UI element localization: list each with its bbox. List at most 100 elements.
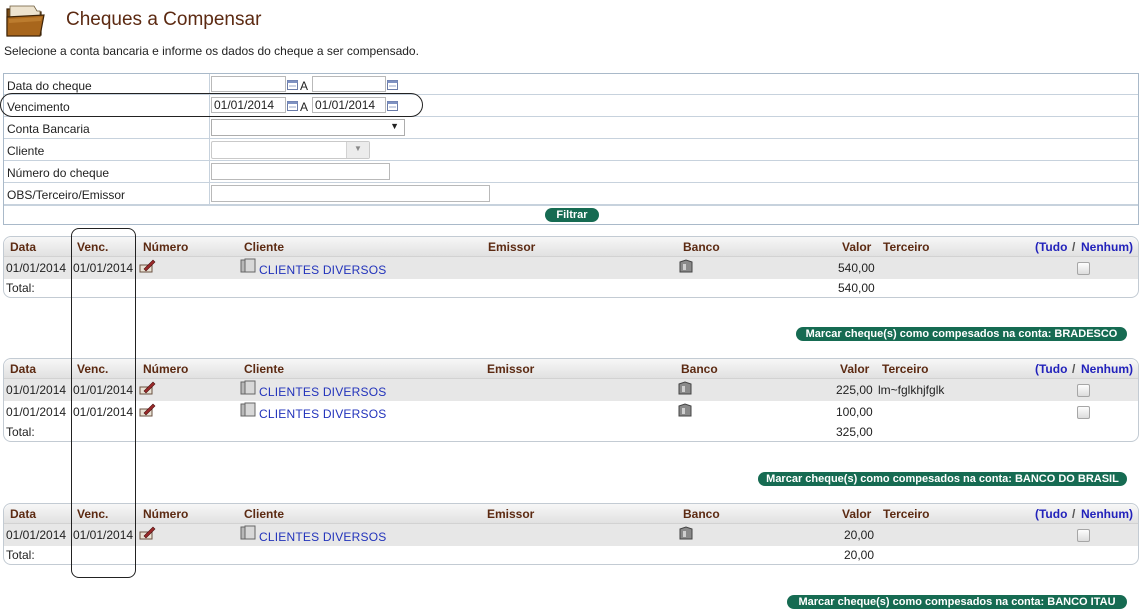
row-checkbox[interactable] [1077, 529, 1090, 542]
data-cheque-from-input[interactable] [211, 76, 286, 92]
table-row: 01/01/2014 01/01/2014 CLIENTES DIVERSOS … [4, 401, 1138, 423]
cliente-combobox[interactable]: ▼ [211, 141, 370, 159]
divider [209, 161, 210, 182]
data-cheque-to-input[interactable] [312, 76, 386, 92]
select-all-link[interactable]: (Tudo [1035, 507, 1067, 521]
total-value: 20,00 [844, 548, 875, 562]
select-none-link[interactable]: Nenhum) [1081, 240, 1133, 254]
table-row: 01/01/2014 01/01/2014 CLIENTES DIVERSOS … [4, 379, 1138, 401]
total-row: Total: 20,00 [4, 546, 1138, 564]
calendar-icon[interactable] [287, 80, 298, 90]
page-subtitle: Selecione a conta bancaria e informe os … [4, 44, 419, 58]
bank-icon [679, 259, 693, 273]
client-folder-icon [240, 402, 256, 417]
client-link[interactable]: CLIENTES DIVERSOS [259, 407, 386, 421]
filter-row-numero: Número do cheque [4, 161, 1138, 183]
client-link[interactable]: CLIENTES DIVERSOS [259, 530, 386, 544]
obs-label: OBS/Terceiro/Emissor [7, 188, 126, 202]
page-title: Cheques a Compensar [66, 9, 262, 30]
total-label: Total: [6, 425, 35, 439]
client-folder-icon [240, 258, 256, 273]
total-row: Total: 325,00 [4, 423, 1138, 441]
col-data: Data [10, 507, 37, 521]
select-none-link[interactable]: Nenhum) [1081, 507, 1133, 521]
divider [209, 139, 210, 160]
row-valor: 225,00 [836, 383, 873, 397]
divider [209, 183, 210, 204]
cheque-edit-icon[interactable] [139, 526, 156, 540]
conta-bancaria-label: Conta Bancaria [7, 122, 90, 136]
mark-compensated-banco-itau-button[interactable]: Marcar cheque(s) como compesados na cont… [787, 595, 1127, 609]
filter-row-data-cheque: Data do cheque A [4, 74, 1138, 95]
col-numero: Número [143, 507, 189, 521]
chevron-down-icon: ▼ [390, 121, 399, 131]
numero-cheque-input[interactable] [211, 163, 390, 180]
cheque-edit-icon[interactable] [139, 403, 156, 417]
col-terceiro: Terceiro [882, 362, 929, 376]
col-cliente: Cliente [244, 240, 285, 254]
col-emissor: Emissor [487, 362, 535, 376]
obs-input[interactable] [211, 185, 490, 202]
client-link[interactable]: CLIENTES DIVERSOS [259, 263, 386, 277]
client-link[interactable]: CLIENTES DIVERSOS [259, 385, 386, 399]
filter-row-actions: Filtrar [4, 205, 1138, 224]
cheque-edit-icon[interactable] [139, 259, 156, 273]
table-row: 01/01/2014 01/01/2014 CLIENTES DIVERSOS … [4, 257, 1138, 279]
table-header: Data Venc. Número Cliente Emissor Banco … [4, 237, 1138, 257]
filter-row-conta: Conta Bancaria ▼ [4, 117, 1138, 139]
col-numero: Número [143, 362, 189, 376]
filtrar-button[interactable]: Filtrar [545, 208, 599, 222]
highlight-oval [0, 93, 423, 117]
cheque-group-banco-do-brasil: Data Venc. Número Cliente Emissor Banco … [3, 358, 1139, 442]
col-banco: Banco [683, 507, 720, 521]
cheque-edit-icon[interactable] [139, 381, 156, 395]
row-valor: 20,00 [844, 528, 875, 542]
cheque-group-bradesco: Data Venc. Número Cliente Emissor Banco … [3, 236, 1139, 298]
select-none-link[interactable]: Nenhum) [1081, 362, 1133, 376]
select-all-link[interactable]: (Tudo [1035, 362, 1067, 376]
row-valor: 540,00 [838, 261, 875, 275]
mark-compensated-banco-do-brasil-button[interactable]: Marcar cheque(s) como compesados na cont… [758, 472, 1127, 486]
row-checkbox[interactable] [1077, 262, 1090, 275]
select-all-link[interactable]: (Tudo [1035, 240, 1067, 254]
col-numero: Número [143, 240, 189, 254]
table-header: Data Venc. Número Cliente Emissor Banco … [4, 504, 1138, 524]
col-cliente: Cliente [244, 507, 285, 521]
col-emissor: Emissor [488, 240, 536, 254]
calendar-icon[interactable] [387, 80, 398, 90]
bank-icon [679, 526, 693, 540]
col-terceiro: Terceiro [883, 507, 930, 521]
cliente-dropdown-button[interactable]: ▼ [346, 142, 369, 158]
filter-row-cliente: Cliente ▼ [4, 139, 1138, 161]
col-valor: Valor [840, 362, 870, 376]
table-row: 01/01/2014 01/01/2014 CLIENTES DIVERSOS … [4, 524, 1138, 546]
row-data: 01/01/2014 [6, 528, 67, 542]
col-valor: Valor [842, 240, 872, 254]
client-folder-icon [240, 525, 256, 540]
row-terceiro: lm~fglkhjfglk [878, 383, 945, 397]
data-cheque-label: Data do cheque [7, 79, 92, 93]
conta-bancaria-select[interactable]: ▼ [211, 119, 405, 136]
col-data: Data [10, 362, 37, 376]
divider [209, 117, 210, 138]
bank-icon [678, 381, 692, 395]
cliente-label: Cliente [7, 144, 45, 158]
total-value: 540,00 [838, 281, 875, 295]
cheque-group-banco-itau: Data Venc. Número Cliente Emissor Banco … [3, 503, 1139, 565]
folder-icon [6, 5, 45, 37]
total-label: Total: [6, 548, 35, 562]
select-separator: / [1072, 362, 1076, 376]
col-banco: Banco [681, 362, 718, 376]
row-checkbox[interactable] [1077, 406, 1090, 419]
col-banco: Banco [683, 240, 720, 254]
divider [209, 74, 210, 94]
col-data: Data [10, 240, 37, 254]
row-data: 01/01/2014 [6, 383, 67, 397]
chevron-down-icon: ▼ [354, 144, 362, 153]
page-header: Cheques a Compensar [0, 0, 1144, 40]
row-checkbox[interactable] [1077, 384, 1090, 397]
mark-compensated-bradesco-button[interactable]: Marcar cheque(s) como compesados na cont… [796, 327, 1127, 341]
total-row: Total: 540,00 [4, 279, 1138, 297]
col-cliente: Cliente [244, 362, 285, 376]
row-data: 01/01/2014 [6, 405, 67, 419]
